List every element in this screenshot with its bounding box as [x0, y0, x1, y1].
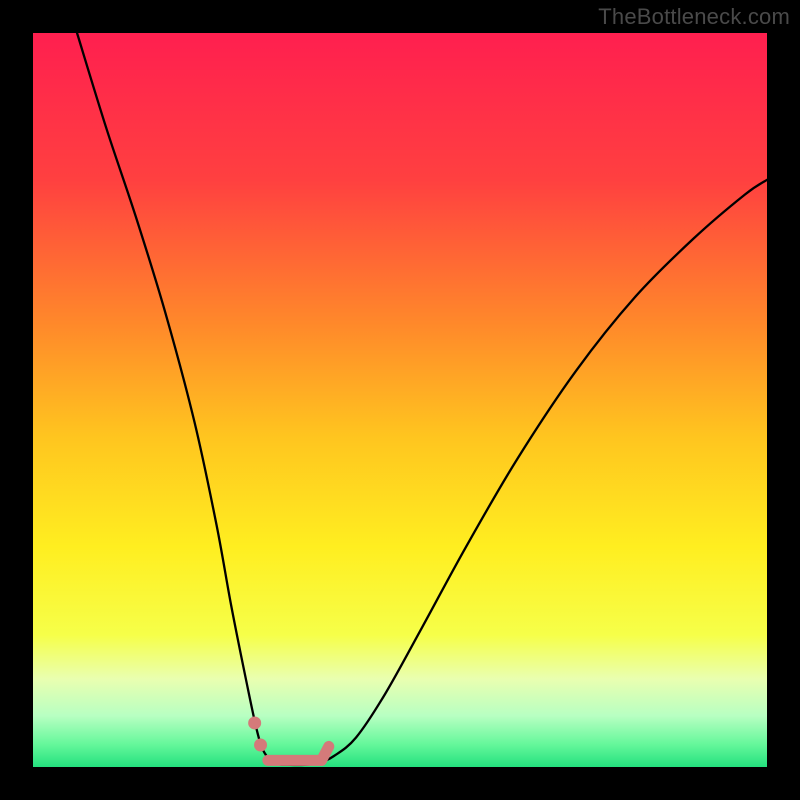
chart-stage: TheBottleneck.com [0, 0, 800, 800]
valley-dot-1 [254, 738, 267, 751]
bottleneck-chart [0, 0, 800, 800]
valley-dot-0 [248, 716, 261, 729]
plot-background [33, 33, 767, 767]
watermark-text: TheBottleneck.com [598, 4, 790, 30]
valley-tail [321, 746, 328, 760]
